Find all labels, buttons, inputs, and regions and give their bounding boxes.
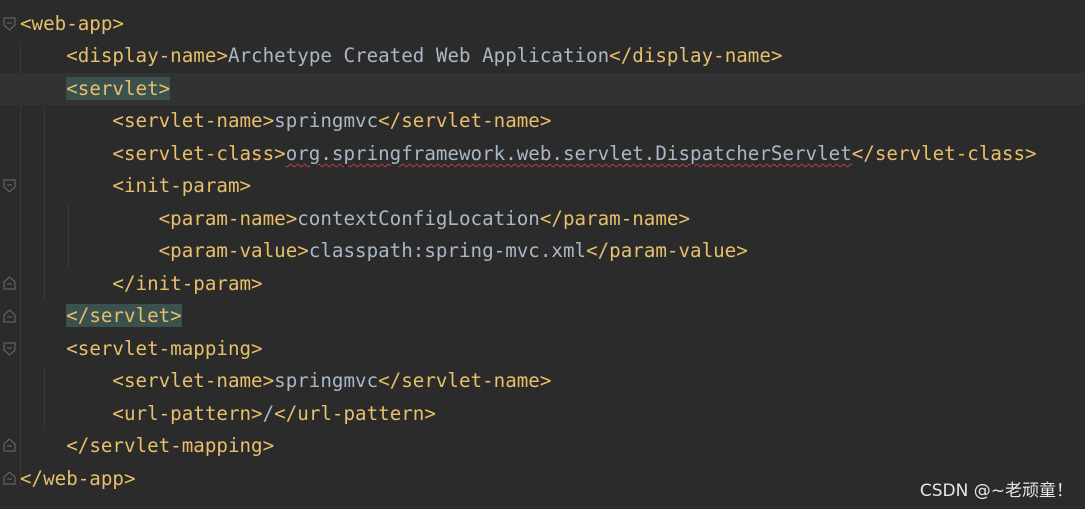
xml-text: Archetype Created Web Application (227, 44, 610, 67)
xml-tag: <param-name> (158, 207, 298, 230)
xml-tag: <servlet-name> (112, 109, 275, 132)
xml-text-spell-error: org.springframework.web.servlet.Dispatch… (285, 142, 852, 165)
xml-tag: </param-name> (539, 207, 691, 230)
xml-tag: <init-param> (112, 174, 252, 197)
watermark: CSDN @~老顽童！ (919, 481, 1073, 501)
xml-tag: </url-pattern> (274, 402, 436, 425)
xml-tag: <param-value> (158, 239, 309, 262)
xml-text: / (262, 402, 275, 425)
xml-tag: <servlet-mapping> (66, 337, 263, 360)
fold-close-icon[interactable] (3, 471, 16, 485)
code-line[interactable]: </servlet-mapping> (20, 430, 1085, 462)
current-code-line[interactable]: <servlet> (0, 73, 1085, 105)
code-line[interactable]: <param-name>contextConfigLocation</param… (20, 203, 1085, 235)
code-editor[interactable]: <web-app> <display-name>Archetype Create… (0, 0, 1085, 509)
code-line[interactable]: <url-pattern>/</url-pattern> (20, 398, 1085, 430)
fold-open-icon[interactable] (3, 179, 16, 193)
xml-tag: <web-app> (20, 12, 124, 35)
code-line[interactable]: <servlet-mapping> (20, 333, 1085, 365)
fold-close-icon[interactable] (3, 438, 16, 452)
xml-text: classpath:spring-mvc.xml (308, 239, 587, 262)
xml-tag: <url-pattern> (112, 402, 263, 425)
matched-xml-tag: <servlet> (66, 77, 171, 100)
xml-tag: </init-param> (112, 272, 263, 295)
xml-tag: <servlet-name> (112, 369, 275, 392)
code-line[interactable]: <web-app> (20, 8, 1085, 40)
code-line[interactable]: <init-param> (20, 170, 1085, 202)
xml-tag: </servlet-name> (378, 369, 552, 392)
matched-xml-tag: </servlet> (66, 304, 182, 327)
xml-text: contextConfigLocation (297, 207, 540, 230)
fold-open-icon[interactable] (3, 342, 16, 356)
code-line[interactable]: <display-name>Archetype Created Web Appl… (20, 40, 1085, 72)
code-line[interactable]: </servlet> (20, 300, 1085, 332)
xml-tag: </display-name> (609, 44, 783, 67)
xml-tag: </web-app> (20, 467, 136, 490)
xml-text: springmvc (274, 109, 379, 132)
fold-close-icon[interactable] (3, 276, 16, 290)
code-line[interactable]: <servlet-class>org.springframework.web.s… (20, 138, 1085, 170)
code-line[interactable]: </init-param> (20, 268, 1085, 300)
code-line[interactable]: <param-value>classpath:spring-mvc.xml</p… (20, 235, 1085, 267)
xml-tag: <servlet-class> (112, 142, 286, 165)
fold-close-icon[interactable] (3, 309, 16, 323)
xml-tag: </servlet-mapping> (66, 434, 275, 457)
code-line[interactable]: <servlet-name>springmvc</servlet-name> (20, 105, 1085, 137)
xml-tag: </servlet-class> (851, 142, 1037, 165)
xml-tag: </servlet-name> (378, 109, 552, 132)
fold-open-icon[interactable] (3, 17, 16, 31)
code-line[interactable]: <servlet-name>springmvc</servlet-name> (20, 365, 1085, 397)
xml-tag: </param-value> (586, 239, 748, 262)
xml-text: springmvc (274, 369, 379, 392)
xml-tag: <display-name> (66, 44, 228, 67)
